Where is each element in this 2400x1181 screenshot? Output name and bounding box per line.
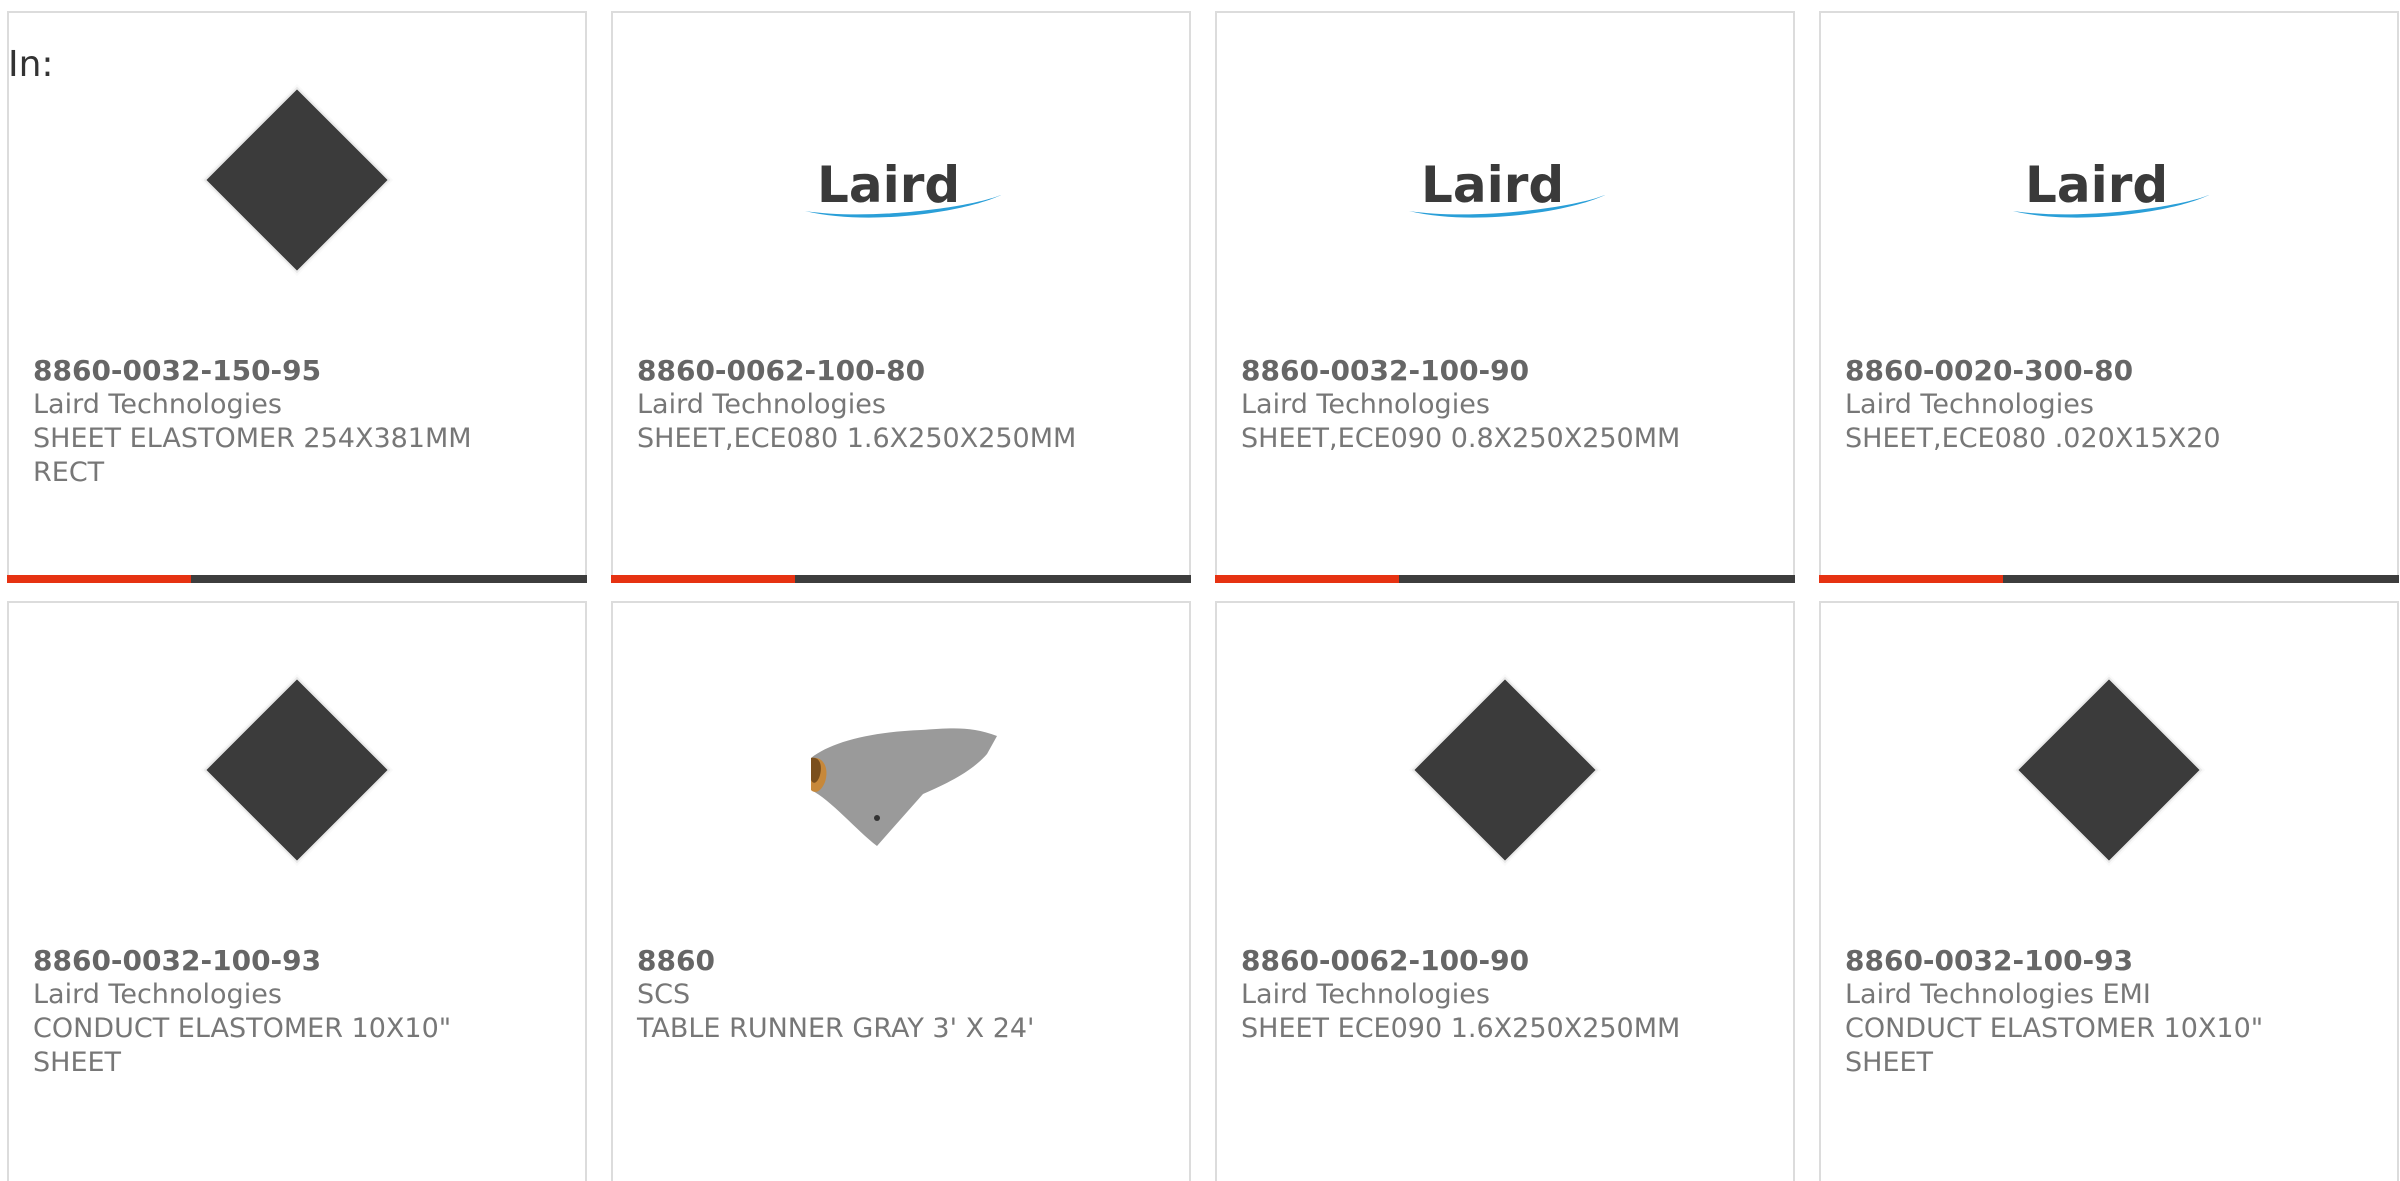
product-image[interactable]: [197, 670, 397, 870]
product-image[interactable]: [801, 670, 1001, 870]
description-line: SHEET: [33, 1047, 122, 1078]
manufacturer: SCS: [637, 979, 691, 1010]
description: SHEET ECE090 1.6X250X250MM: [1241, 1012, 1761, 1046]
manufacturer: Laird Technologies: [1845, 389, 2094, 420]
product-image[interactable]: Laird: [2009, 80, 2209, 280]
card-footer-accent: [7, 575, 191, 583]
card-footer-accent: [1819, 575, 2003, 583]
part-number[interactable]: 8860: [637, 944, 715, 978]
card-footer-accent: [1215, 575, 1399, 583]
description-line: SHEET: [1845, 1047, 1934, 1078]
product-image[interactable]: Laird: [1405, 80, 1605, 280]
part-number[interactable]: 8860-0020-300-80: [1845, 354, 2133, 388]
description-line: CONDUCT ELASTOMER 10X10": [1845, 1013, 2264, 1044]
black-sheet-icon: [1409, 674, 1601, 866]
description: CONDUCT ELASTOMER 10X10" SHEET: [1845, 1012, 2365, 1080]
part-number[interactable]: 8860-0062-100-90: [1241, 944, 1529, 978]
description-line: SHEET,ECE080 1.6X250X250MM: [637, 423, 1077, 454]
card-footer-bar: [611, 575, 1191, 583]
card-footer-bar: [1215, 575, 1795, 583]
product-card[interactable]: Laird 8860-0020-300-80 Laird Technologie…: [1819, 11, 2399, 583]
black-sheet-icon: [201, 84, 393, 276]
description: SHEET,ECE080 .020X15X20: [1845, 422, 2365, 456]
description: SHEET,ECE090 0.8X250X250MM: [1241, 422, 1761, 456]
svg-text:Laird: Laird: [817, 156, 960, 214]
card-footer-bar: [1819, 575, 2399, 583]
description-line: SHEET ECE090 1.6X250X250MM: [1241, 1013, 1681, 1044]
product-card[interactable]: 8860 SCS TABLE RUNNER GRAY 3' X 24': [611, 601, 1191, 1181]
description-line: SHEET,ECE090 0.8X250X250MM: [1241, 423, 1681, 454]
svg-text:Laird: Laird: [1421, 156, 1564, 214]
product-card[interactable]: Laird 8860-0062-100-80 Laird Technologie…: [611, 11, 1191, 583]
description-line: CONDUCT ELASTOMER 10X10": [33, 1013, 452, 1044]
product-image[interactable]: [2009, 670, 2209, 870]
manufacturer: Laird Technologies: [1241, 979, 1490, 1010]
description: CONDUCT ELASTOMER 10X10" SHEET: [33, 1012, 553, 1080]
black-sheet-icon: [201, 674, 393, 866]
description-line: TABLE RUNNER GRAY 3' X 24': [637, 1013, 1035, 1044]
description-line: SHEET,ECE080 .020X15X20: [1845, 423, 2221, 454]
part-number[interactable]: 8860-0032-100-90: [1241, 354, 1529, 388]
description: TABLE RUNNER GRAY 3' X 24': [637, 1012, 1157, 1046]
manufacturer: Laird Technologies: [637, 389, 886, 420]
part-number[interactable]: 8860-0032-100-93: [1845, 944, 2133, 978]
card-footer-bar: [7, 575, 587, 583]
part-number[interactable]: 8860-0032-100-93: [33, 944, 321, 978]
manufacturer: Laird Technologies: [1241, 389, 1490, 420]
product-card[interactable]: 8860-0032-100-93 Laird Technologies EMI …: [1819, 601, 2399, 1181]
laird-logo: Laird: [805, 156, 1001, 218]
product-image[interactable]: [197, 80, 397, 280]
svg-text:Laird: Laird: [2025, 156, 2168, 214]
gray-mat-roll-icon: [811, 728, 997, 846]
manufacturer: Laird Technologies EMI: [1845, 979, 2151, 1010]
product-image[interactable]: [1405, 670, 1605, 870]
card-footer-accent: [611, 575, 795, 583]
laird-logo: Laird: [2013, 156, 2209, 218]
product-card[interactable]: 8860-0032-100-93 Laird Technologies COND…: [7, 601, 587, 1181]
part-number[interactable]: 8860-0062-100-80: [637, 354, 925, 388]
description-line: RECT: [33, 457, 105, 488]
manufacturer: Laird Technologies: [33, 389, 282, 420]
part-number[interactable]: 8860-0032-150-95: [33, 354, 321, 388]
filter-label: In:: [8, 44, 54, 85]
product-card[interactable]: 8860-0032-150-95 Laird Technologies SHEE…: [7, 11, 587, 583]
black-sheet-icon: [2013, 674, 2205, 866]
product-image[interactable]: Laird: [801, 80, 1001, 280]
description: SHEET ELASTOMER 254X381MM RECT: [33, 422, 553, 490]
manufacturer: Laird Technologies: [33, 979, 282, 1010]
laird-logo: Laird: [1409, 156, 1605, 218]
product-card[interactable]: 8860-0062-100-90 Laird Technologies SHEE…: [1215, 601, 1795, 1181]
description: SHEET,ECE080 1.6X250X250MM: [637, 422, 1157, 456]
description-line: SHEET ELASTOMER 254X381MM: [33, 423, 472, 454]
product-card[interactable]: Laird 8860-0032-100-90 Laird Technologie…: [1215, 11, 1795, 583]
